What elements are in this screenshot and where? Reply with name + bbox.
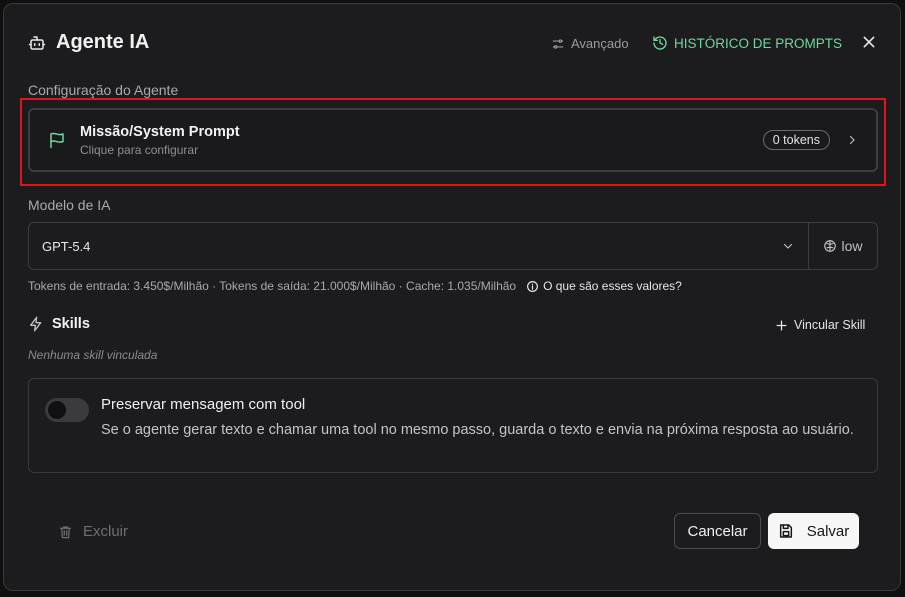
dialog-title: Agente IA — [56, 31, 150, 53]
history-label: HISTÓRICO DE PROMPTS — [674, 35, 843, 51]
prompt-history-button[interactable]: HISTÓRICO DE PROMPTS — [652, 35, 842, 51]
plus-icon — [775, 319, 788, 332]
link-skill-button[interactable]: Vincular Skill — [775, 318, 865, 332]
flag-icon — [48, 131, 66, 149]
model-picker: GPT-5.4 low — [28, 222, 878, 270]
chevron-right-icon — [846, 134, 858, 146]
reasoning-effort-button[interactable]: low — [808, 223, 877, 269]
save-label: Salvar — [806, 522, 850, 540]
preserve-tool-message-toggle[interactable] — [45, 398, 89, 422]
chevron-down-icon — [782, 240, 794, 252]
bolt-icon — [28, 316, 44, 332]
advanced-button[interactable]: Avançado — [551, 36, 629, 51]
skills-empty-text: Nenhuma skill vinculada — [28, 348, 158, 362]
close-icon — [861, 34, 877, 50]
system-prompt-card[interactable]: Missão/System Prompt Clique para configu… — [28, 108, 878, 172]
dialog-header: Agente IA — [28, 31, 149, 54]
preserve-tool-message-card: Preservar mensagem com tool Se o agente … — [28, 378, 878, 473]
delete-button[interactable]: Excluir — [58, 523, 128, 540]
system-prompt-title: Missão/System Prompt — [80, 123, 240, 140]
model-select[interactable]: GPT-5.4 — [29, 223, 808, 269]
toggle-knob — [48, 401, 66, 419]
info-icon — [526, 280, 539, 293]
config-section-label: Configuração do Agente — [28, 82, 179, 98]
close-button[interactable] — [861, 34, 877, 50]
pricing-info-label: O que são esses valores? — [543, 279, 682, 293]
cancel-button[interactable]: Cancelar — [674, 513, 761, 549]
tokens-badge: 0 tokens — [762, 130, 830, 150]
pricing-line: Tokens de entrada: 3.450$/Milhão · Token… — [28, 279, 682, 293]
save-icon — [778, 523, 794, 539]
save-button[interactable]: Salvar — [768, 513, 859, 549]
model-selected-value: GPT-5.4 — [42, 238, 91, 254]
trash-icon — [58, 524, 73, 540]
link-skill-label: Vincular Skill — [794, 318, 866, 332]
skills-header: Skills — [28, 316, 90, 332]
advanced-label: Avançado — [571, 36, 629, 51]
skills-title: Skills — [52, 316, 90, 332]
robot-icon — [28, 34, 46, 52]
sliders-icon — [551, 37, 565, 51]
preserve-tool-message-description: Se o agente gerar texto e chamar uma too… — [101, 422, 854, 438]
brain-icon — [823, 239, 837, 253]
model-section-label: Modelo de IA — [28, 197, 111, 213]
pricing-info-link[interactable]: O que são esses valores? — [526, 279, 682, 293]
history-icon — [652, 35, 668, 51]
cancel-label: Cancelar — [687, 522, 748, 540]
delete-label: Excluir — [83, 523, 129, 540]
reasoning-effort-value: low — [841, 238, 863, 254]
pricing-text: Tokens de entrada: 3.450$/Milhão · Token… — [28, 279, 517, 293]
system-prompt-subtitle: Clique para configurar — [80, 142, 199, 157]
system-prompt-text: Missão/System Prompt Clique para configu… — [80, 124, 240, 157]
preserve-tool-message-title: Preservar mensagem com tool — [101, 396, 306, 413]
agent-dialog: Agente IA Avançado HISTÓRICO DE PROMPTS … — [3, 3, 901, 591]
